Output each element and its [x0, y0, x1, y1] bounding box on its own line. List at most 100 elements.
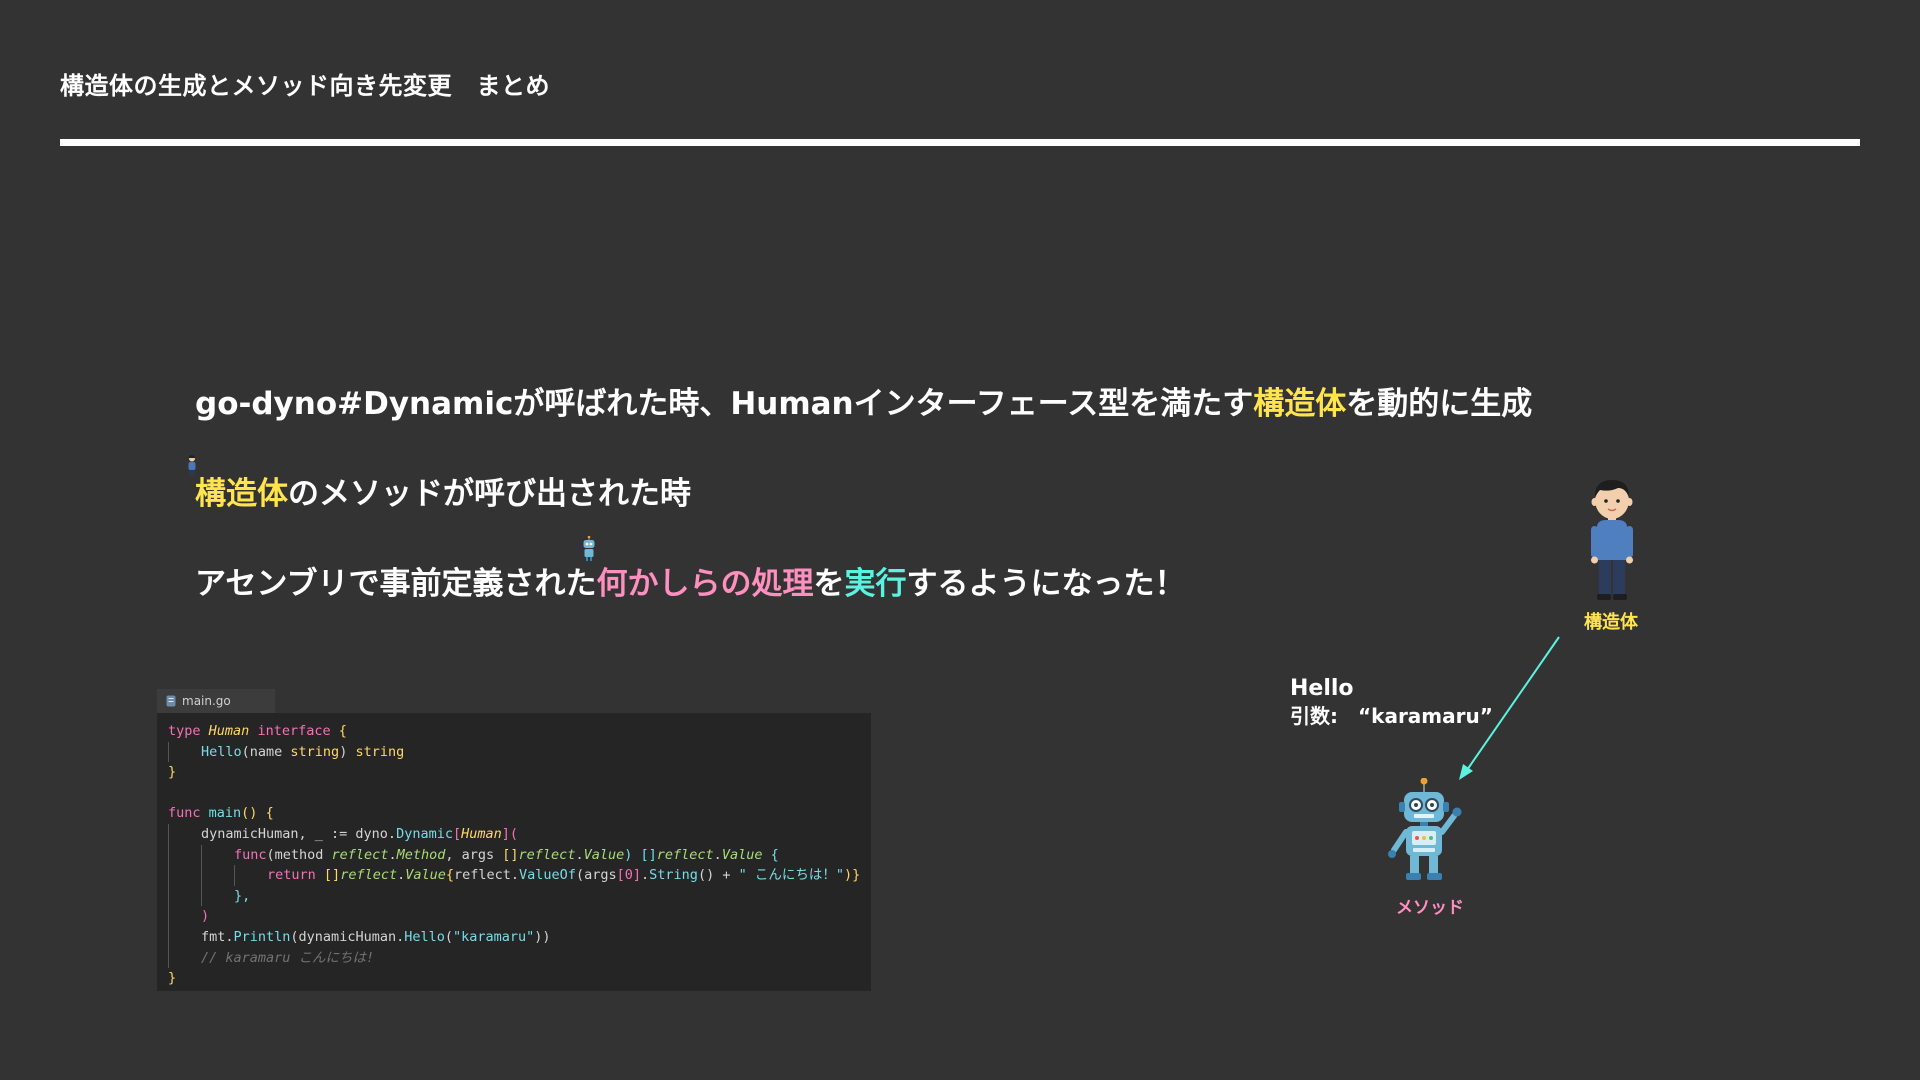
code-token: ValueOf	[519, 867, 576, 884]
code-token: ](	[501, 825, 519, 842]
code-token: []	[323, 867, 341, 884]
code-line: },	[168, 885, 860, 907]
editor-tab-label: main.go	[182, 694, 231, 708]
code-token: )	[201, 908, 210, 925]
argument-line: 引数: “karamaru”	[1290, 700, 1493, 729]
person-icon	[1591, 480, 1633, 600]
code-line: )	[168, 906, 860, 927]
code-token: reflect.	[454, 867, 520, 884]
code-token: },	[234, 887, 251, 904]
code-token: reflect	[331, 846, 389, 863]
code-token: )	[624, 846, 641, 863]
argument-label: 引数:	[1290, 704, 1338, 728]
slide-title: 構造体の生成とメソッド向き先変更 まとめ	[60, 72, 550, 100]
code-token: reflect	[340, 867, 398, 884]
line3-text-b: を	[813, 566, 845, 602]
code-token: Value	[583, 846, 625, 863]
code-token: Value	[405, 867, 446, 884]
code-token: type	[168, 723, 201, 739]
code-block: type Human interface { Hello(name string…	[168, 721, 860, 989]
code-token: {	[338, 723, 347, 739]
code-token: []	[640, 846, 657, 863]
code-token: Method	[396, 846, 446, 863]
code-token: , args	[445, 846, 503, 863]
line2-highlight-struct: 構造体	[195, 476, 288, 512]
code-token: }	[168, 970, 177, 987]
code-token: Dynamic	[396, 825, 453, 842]
code-token: {	[445, 867, 455, 884]
line3-text-a: アセンブリで事前定義された	[195, 566, 597, 602]
code-token: dynamicHuman, _ := dyno.	[201, 825, 397, 842]
code-token: 0	[624, 867, 633, 884]
line3-text-c: するようになった！	[906, 566, 1186, 602]
code-line: // karamaru こんにちは!	[168, 947, 860, 969]
summary-line-2: 構造体のメソッドが呼び出された時	[195, 468, 691, 513]
code-token: Hello	[201, 743, 242, 760]
code-line: }	[168, 968, 860, 989]
code-token: Println	[233, 928, 291, 945]
code-token: string	[290, 743, 340, 760]
code-token: reflect	[656, 846, 714, 863]
code-token: (name	[241, 743, 291, 760]
line1-text-b: を動的に生成	[1346, 386, 1533, 422]
code-token: String	[649, 867, 698, 884]
code-token: "karamaru"	[453, 928, 535, 945]
line3-highlight-execute: 実行	[844, 566, 907, 602]
code-token: main	[208, 805, 242, 822]
struct-label: 構造体	[1584, 612, 1638, 633]
code-token: Value	[721, 846, 763, 863]
code-token: Human	[461, 825, 502, 842]
code-token: {	[770, 846, 779, 863]
title-divider	[60, 139, 1860, 146]
code-token: ]	[632, 867, 642, 884]
robot-icon	[1388, 778, 1462, 880]
code-token: [	[452, 825, 462, 842]
code-token: {	[265, 805, 274, 822]
code-token: Hello	[404, 928, 445, 945]
code-token: [	[616, 867, 625, 884]
code-token: Human	[208, 723, 250, 739]
code-token: []	[502, 846, 519, 863]
code-token: }	[168, 764, 177, 781]
code-token: " こんにちは！"	[738, 867, 844, 884]
code-line: dynamicHuman, _ := dyno.Dynamic[Human](	[168, 823, 860, 845]
code-token: return	[267, 867, 316, 884]
go-file-icon	[166, 695, 176, 707]
summary-line-3: アセンブリで事前定義された何かしらの処理を実行するようになった！	[195, 558, 1185, 603]
code-token: fmt.	[201, 928, 234, 945]
code-line: func(method reflect.Method, args []refle…	[168, 844, 860, 866]
code-token: interface	[257, 723, 331, 739]
code-token: (	[444, 928, 453, 945]
code-token: ))	[534, 928, 551, 945]
code-line: }	[168, 762, 860, 783]
code-token: .	[575, 846, 584, 863]
line3-highlight-process: 何かしらの処理	[596, 566, 814, 602]
code-token: ()	[241, 805, 258, 822]
code-token: string	[355, 743, 405, 760]
code-line: func main() {	[168, 803, 860, 824]
editor-tab-main-go[interactable]: main.go	[157, 689, 275, 713]
code-token: )}	[843, 867, 861, 884]
code-line: Hello(name string) string	[168, 741, 860, 763]
code-token: () +	[697, 867, 739, 884]
method-label: メソッド	[1396, 898, 1464, 918]
summary-line-1: go-dyno#Dynamicが呼ばれた時、Humanインターフェース型を満たす…	[195, 378, 1532, 423]
line1-text-a: go-dyno#Dynamicが呼ばれた時、Humanインターフェース型を満たす	[195, 386, 1254, 422]
line2-text-a: のメソッドが呼び出された時	[288, 476, 691, 512]
code-comment: // karamaru こんにちは!	[201, 949, 375, 966]
code-token: func	[168, 805, 201, 822]
argument-value: “karamaru”	[1358, 704, 1493, 728]
code-token: .	[641, 867, 650, 884]
code-token: (dynamicHuman.	[290, 928, 405, 945]
code-token: func	[234, 846, 267, 863]
code-line: type Human interface {	[168, 721, 860, 742]
code-token: (args	[575, 867, 617, 884]
line1-highlight-struct: 構造体	[1253, 386, 1347, 422]
call-method-label: Hello	[1290, 676, 1354, 701]
small-person-icon	[188, 455, 196, 476]
code-token: (method	[266, 846, 332, 863]
code-token: )	[339, 743, 356, 760]
code-line: return []reflect.Value{reflect.ValueOf(a…	[168, 865, 860, 886]
code-token: .	[388, 846, 397, 863]
